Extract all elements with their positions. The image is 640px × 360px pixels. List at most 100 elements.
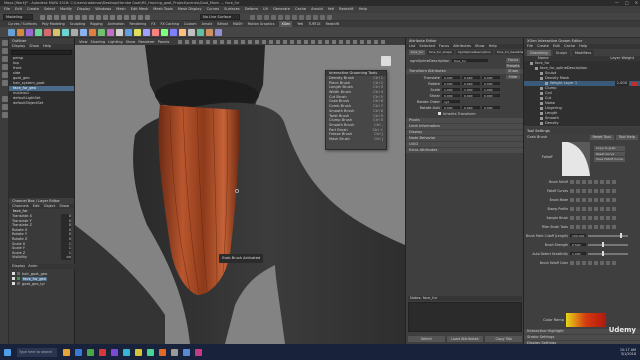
viewport-tool-icon[interactable] <box>374 39 379 44</box>
node-name-field[interactable]: face_fur <box>452 58 488 63</box>
tool-help-button[interactable]: Tool Help <box>615 134 638 140</box>
ae-section[interactable]: Node Behavior <box>406 136 523 141</box>
status-tool-icon[interactable] <box>47 15 52 20</box>
brush-preview-icon[interactable] <box>381 56 391 66</box>
ae-tab-2[interactable]: XgmSplineDescription <box>455 50 493 55</box>
menu-16[interactable]: Cache <box>295 6 306 13</box>
viewport-tool-icon[interactable] <box>178 39 183 44</box>
viewport-tool-icon[interactable] <box>339 39 344 44</box>
setting-option-icon[interactable] <box>600 224 604 229</box>
setting-option-icon[interactable] <box>570 224 574 229</box>
setting-option-icon[interactable] <box>582 215 586 220</box>
ae-section[interactable]: Limit Information <box>406 124 523 129</box>
setting-option-icon[interactable] <box>606 188 610 193</box>
setting-option-icon[interactable] <box>576 179 580 184</box>
shelf-tool-icon[interactable] <box>206 28 213 36</box>
menu-18[interactable]: Yeti <box>328 6 334 13</box>
modifier-visibility-icon[interactable] <box>540 92 543 95</box>
modifier-visibility-icon[interactable] <box>540 102 543 105</box>
render-tool-icon[interactable] <box>313 15 318 20</box>
curve-button-2[interactable]: Save Falloff Curve <box>594 157 625 162</box>
transform-field[interactable]: 0.000 <box>482 81 500 86</box>
status-tool-icon[interactable] <box>110 15 115 20</box>
viewport-tool-icon[interactable] <box>276 39 281 44</box>
taskbar-app-icon[interactable] <box>147 348 154 356</box>
setting-field[interactable]: 100.000 <box>570 233 586 238</box>
layout-four-icon[interactable] <box>1 104 8 110</box>
shelf-tool-icon[interactable] <box>71 28 78 36</box>
color-ramp[interactable] <box>566 313 606 327</box>
taskbar-app-icon[interactable] <box>99 348 106 356</box>
setting-slider[interactable] <box>588 252 628 255</box>
viewport-tool-icon[interactable] <box>213 39 218 44</box>
taskbar-clock[interactable]: 10:17 AM 3/1/2018 <box>620 348 636 356</box>
viewport-tool-icon[interactable] <box>353 39 358 44</box>
status-tool-icon[interactable] <box>40 15 45 20</box>
setting-option-icon[interactable] <box>588 224 592 229</box>
sculpt-menu-item[interactable]: Mask Brush Ctrl ] <box>326 137 386 142</box>
setting-option-icon[interactable] <box>588 206 592 211</box>
curve-button-1[interactable]: Reset Curve <box>594 151 625 156</box>
setting-option-icon[interactable] <box>606 260 610 265</box>
ae-button-0[interactable]: Focus <box>506 58 520 63</box>
shelf-tool-icon[interactable] <box>98 28 105 36</box>
menu-7[interactable]: Mesh <box>116 6 125 13</box>
xgen-menu-2[interactable]: Edit <box>553 44 560 49</box>
taskbar-app-icon[interactable] <box>171 348 178 356</box>
render-tool-icon[interactable] <box>292 15 297 20</box>
taskbar-app-icon[interactable] <box>111 348 118 356</box>
setting-option-icon[interactable] <box>570 215 574 220</box>
setting-option-icon[interactable] <box>588 197 592 202</box>
shelf-tool-icon[interactable] <box>80 28 87 36</box>
lasso-tool-icon[interactable] <box>1 48 8 54</box>
viewport-tool-icon[interactable] <box>332 39 337 44</box>
render-tool-icon[interactable] <box>250 15 255 20</box>
shelf-tool-icon[interactable] <box>161 28 168 36</box>
setting-option-icon[interactable] <box>612 260 616 265</box>
setting-option-icon[interactable] <box>594 260 598 265</box>
setting-option-icon[interactable] <box>594 179 598 184</box>
rotate-order-dropdown[interactable]: xyz <box>442 99 460 104</box>
transform-field[interactable]: 1.000 <box>462 87 480 92</box>
channel-menu-3[interactable]: Show <box>59 204 69 209</box>
outliner-menu-1[interactable]: Show <box>29 44 39 49</box>
xgen-tab-1[interactable]: Sculpt <box>552 50 570 56</box>
taskbar-app-icon[interactable] <box>63 348 70 356</box>
render-tool-icon[interactable] <box>320 15 325 20</box>
menu-10[interactable]: Mesh Display <box>178 6 202 13</box>
slider-handle-icon[interactable] <box>602 251 604 256</box>
status-tool-icon[interactable] <box>68 15 73 20</box>
slider-handle-icon[interactable] <box>602 242 604 247</box>
status-tool-icon[interactable] <box>96 15 101 20</box>
mode-dropdown[interactable]: Modeling <box>3 14 33 20</box>
setting-option-icon[interactable] <box>588 179 592 184</box>
shelf-tool-icon[interactable] <box>125 28 132 36</box>
render-tool-icon[interactable] <box>264 15 269 20</box>
setting-option-icon[interactable] <box>612 206 616 211</box>
setting-option-icon[interactable] <box>570 197 574 202</box>
setting-option-icon[interactable] <box>594 188 598 193</box>
status-tool-icon[interactable] <box>117 15 122 20</box>
menu-19[interactable]: Redshift <box>339 6 354 13</box>
viewport-tool-icon[interactable] <box>381 39 386 44</box>
outliner-menu-0[interactable]: Display <box>12 44 25 49</box>
viewport-menu-1[interactable]: Shading <box>91 40 106 44</box>
shelf-tool-icon[interactable] <box>17 28 24 36</box>
shelf-tool-icon[interactable] <box>89 28 96 36</box>
status-tool-icon[interactable] <box>138 15 143 20</box>
xgen-menu-0[interactable]: File <box>527 44 533 49</box>
viewport-tool-icon[interactable] <box>318 39 323 44</box>
scale-tool-icon[interactable] <box>1 80 8 86</box>
ae-section[interactable]: UUID <box>406 142 523 147</box>
viewport-tool-icon[interactable] <box>304 39 309 44</box>
viewport-menu-5[interactable]: Panels <box>158 40 170 44</box>
render-tool-icon[interactable] <box>306 15 311 20</box>
setting-option-icon[interactable] <box>594 215 598 220</box>
transform-field[interactable]: 0.000 <box>442 81 460 86</box>
taskbar-app-icon[interactable] <box>123 348 130 356</box>
menu-1[interactable]: Edit <box>15 6 22 13</box>
menu-20[interactable]: Help <box>359 6 367 13</box>
rotate-axis-field[interactable]: 0.000 <box>462 105 480 110</box>
shelf-tool-icon[interactable] <box>179 28 186 36</box>
viewport-tool-icon[interactable] <box>311 39 316 44</box>
